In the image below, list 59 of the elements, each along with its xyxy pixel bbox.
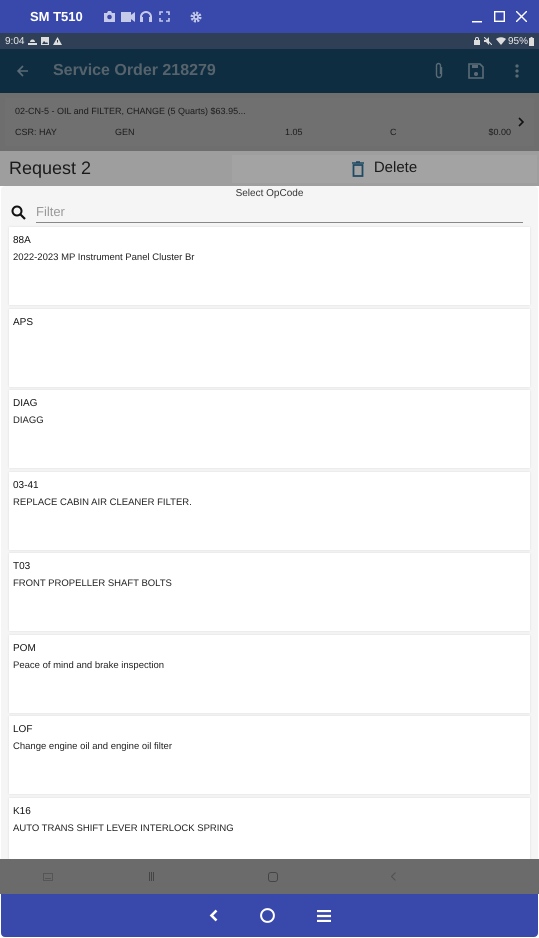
opcode-code: T03 — [13, 560, 32, 574]
more-options-icon[interactable] — [515, 64, 519, 78]
delete-button[interactable]: Delete — [232, 154, 537, 182]
image-icon — [41, 37, 50, 45]
trash-icon — [352, 160, 364, 176]
order-line-value: $0.00 — [487, 126, 511, 139]
opcode-list-item[interactable]: POM Peace of mind and brake inspection — [9, 634, 530, 712]
opcode-list-item[interactable]: K16 AUTO TRANS SHIFT LEVER INTERLOCK SPRING — [9, 798, 530, 859]
camera-icon[interactable] — [103, 11, 116, 22]
device-name: SM T510 — [30, 8, 84, 26]
paperclip-icon[interactable] — [434, 62, 444, 80]
app-title: Service Order 218279 — [53, 61, 216, 81]
lock-icon — [474, 37, 480, 45]
opcode-description: Change engine oil and engine oil filter — [13, 740, 173, 754]
opcode-code: K16 — [13, 804, 32, 818]
opcode-list-item[interactable]: DIAG DIAGG — [9, 390, 530, 468]
order-line-value: CSR: HAY — [15, 126, 58, 139]
request-title: Request 2 — [9, 157, 92, 180]
opcode-list-item[interactable]: T03 FRONT PROPELLER SHAFT BOLTS — [9, 553, 530, 631]
opcode-code: LOF — [13, 723, 34, 737]
status-time: 9:04 — [5, 34, 24, 48]
save-icon[interactable] — [468, 63, 484, 79]
opcode-description: Peace of mind and brake inspection — [13, 658, 166, 672]
opcode-code: POM — [13, 642, 37, 656]
opcode-description: AUTO TRANS SHIFT LEVER INTERLOCK SPRING — [13, 822, 235, 836]
opcode-description: REPLACE CABIN AIR CLEANER FILTER. — [13, 496, 193, 510]
opcode-list-item[interactable]: APS — [9, 308, 530, 386]
order-line-value: 1.05 — [285, 126, 304, 139]
menu-icon[interactable] — [316, 910, 330, 922]
opcode-list-item[interactable]: 88A 2022-2023 MP Instrument Panel Cluster Br — [9, 227, 530, 305]
opcode-code: 88A — [13, 234, 32, 248]
warning-icon — [53, 37, 62, 45]
order-line-value: GEN — [115, 126, 136, 139]
close-icon[interactable] — [516, 11, 527, 22]
filter-field[interactable]: Filter — [36, 201, 523, 223]
opcode-list-item[interactable]: 03-41 REPLACE CABIN AIR CLEANER FILTER. — [9, 472, 530, 550]
opcode-code: 03-41 — [13, 478, 40, 492]
fullscreen-icon[interactable] — [159, 11, 170, 22]
minimize-icon[interactable] — [472, 20, 482, 22]
opcode-code: DIAG — [13, 397, 38, 411]
back-arrow-icon[interactable] — [17, 65, 29, 77]
opcode-list-item[interactable]: LOF Change engine oil and engine oil filter — [9, 716, 530, 794]
headphones-icon[interactable] — [140, 11, 152, 22]
chevron-right-icon[interactable] — [518, 117, 524, 127]
opcode-description: 2022-2023 MP Instrument Panel Cluster Br — [13, 251, 196, 265]
battery-level: 95% — [508, 34, 528, 48]
dialog-title: Select OpCode — [236, 187, 304, 201]
battery-icon — [529, 36, 534, 46]
settings-icon[interactable] — [190, 10, 202, 22]
wifi-icon — [496, 37, 506, 45]
order-line-value: C — [390, 126, 398, 139]
video-camera-icon[interactable] — [121, 12, 135, 22]
opcode-description: DIAGG — [13, 414, 45, 428]
mute-icon — [484, 37, 492, 45]
order-line-description: 02-CN-5 - OIL and FILTER, CHANGE (5 Quarts) $63.95... — [15, 104, 247, 118]
opcode-code: APS — [13, 316, 34, 330]
maximize-icon[interactable] — [494, 11, 505, 22]
opcode-description: FRONT PROPELLER SHAFT BOLTS — [13, 577, 173, 591]
search-icon — [11, 204, 26, 220]
